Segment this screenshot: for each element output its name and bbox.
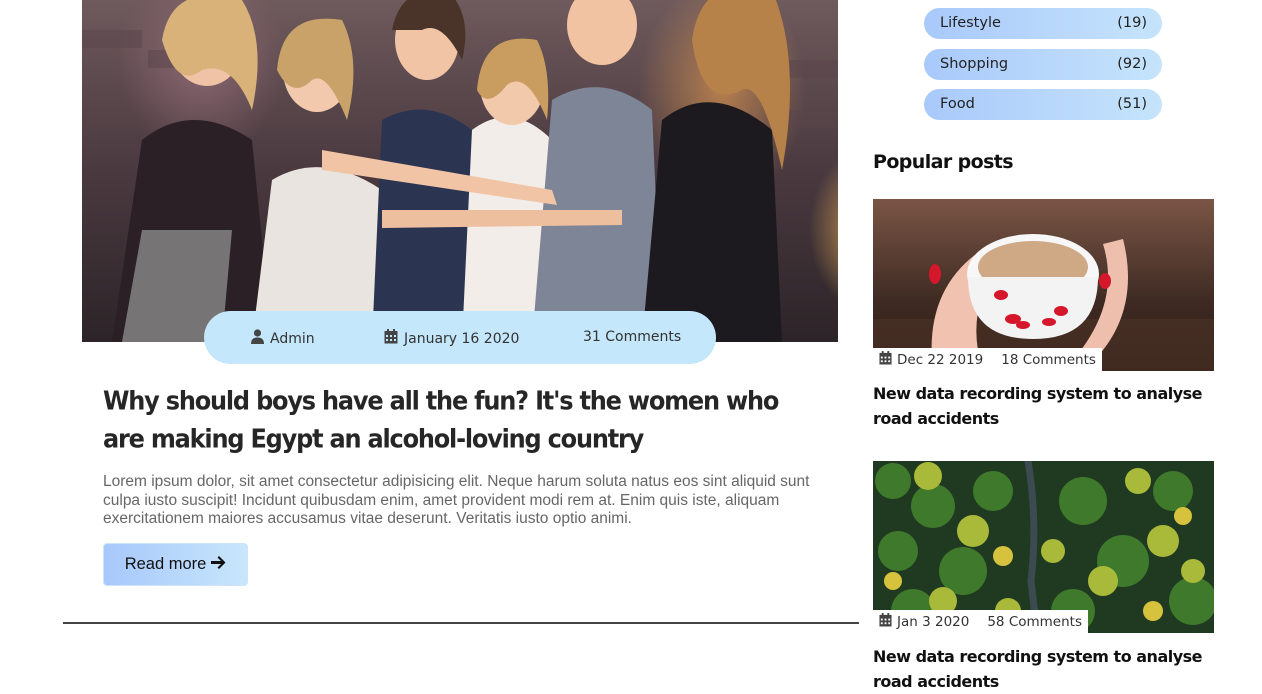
calendar-icon <box>879 351 892 369</box>
popular-post-meta: Dec 22 2019 18 Comments <box>873 348 1102 372</box>
popular-post-title[interactable]: New data recording system to analyse roa… <box>873 644 1218 694</box>
popular-post-comments[interactable]: 58 Comments <box>987 614 1082 630</box>
post-title[interactable]: Why should boys have all the fun? It's t… <box>103 382 803 458</box>
read-more-button[interactable]: Read more <box>103 543 248 586</box>
arrow-right-icon <box>211 555 226 574</box>
read-more-label: Read more <box>124 555 207 573</box>
category-lifestyle[interactable]: Lifestyle (19) <box>924 8 1162 39</box>
calendar-icon <box>384 329 398 348</box>
category-count: (92) <box>1117 56 1147 72</box>
category-food[interactable]: Food (51) <box>924 89 1162 120</box>
user-icon <box>251 329 264 348</box>
category-name: Lifestyle <box>940 15 1001 31</box>
popular-post-date: Jan 3 2020 <box>897 614 970 630</box>
calendar-icon <box>879 613 892 631</box>
post-comments-label: 31 Comments <box>583 329 682 345</box>
popular-post-date: Dec 22 2019 <box>897 352 984 368</box>
post-author[interactable]: Admin <box>251 329 315 348</box>
post-date-label: January 16 2020 <box>404 330 520 347</box>
popular-post-image[interactable] <box>873 461 1214 633</box>
popular-post-meta: Jan 3 2020 58 Comments <box>873 610 1088 634</box>
category-count: (51) <box>1117 96 1147 112</box>
category-shopping[interactable]: Shopping (92) <box>924 49 1162 80</box>
category-count: (19) <box>1117 15 1147 31</box>
popular-post-title[interactable]: New data recording system to analyse roa… <box>873 381 1218 431</box>
post-divider <box>63 622 859 624</box>
popular-post-comments[interactable]: 18 Comments <box>1001 352 1096 368</box>
popular-posts-heading: Popular posts <box>873 151 1014 173</box>
popular-post-image[interactable] <box>873 199 1214 371</box>
category-name: Shopping <box>940 56 1009 72</box>
category-name: Food <box>940 96 975 112</box>
post-hero-image[interactable] <box>82 0 838 342</box>
post-meta-bar: Admin January 16 2020 31 Comments <box>204 311 716 364</box>
post-author-label: Admin <box>270 330 315 347</box>
post-excerpt: Lorem ipsum dolor, sit amet consectetur … <box>103 473 810 527</box>
post-date: January 16 2020 <box>384 329 519 348</box>
post-comments-link[interactable]: 31 Comments <box>583 329 681 345</box>
